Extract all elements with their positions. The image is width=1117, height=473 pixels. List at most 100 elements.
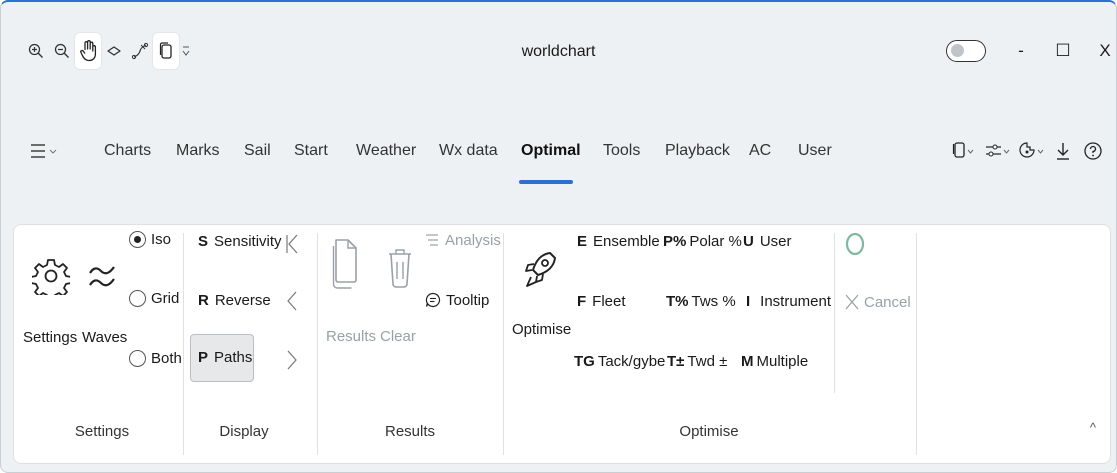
reverse-button[interactable]: R Reverse xyxy=(198,292,271,309)
hamburger-menu-icon[interactable] xyxy=(27,136,61,166)
user-label: User xyxy=(759,233,792,250)
help-icon[interactable] xyxy=(1081,138,1105,164)
tab-start[interactable]: Start xyxy=(294,142,328,160)
radio-both[interactable]: Both xyxy=(129,350,182,367)
analysis-icon xyxy=(424,231,440,249)
close-button[interactable]: X xyxy=(1088,35,1116,67)
tab-wx-data[interactable]: Wx data xyxy=(439,142,498,160)
step-forward-icon[interactable] xyxy=(282,347,302,373)
tab-sail[interactable]: Sail xyxy=(244,142,271,160)
tooltip-button[interactable]: Tooltip xyxy=(424,291,489,309)
progress-spinner-icon xyxy=(842,229,868,259)
tack-gybe-key: TG xyxy=(574,353,595,370)
tab-user[interactable]: User xyxy=(798,142,832,160)
multiple-key: M xyxy=(741,353,754,370)
tab-playback[interactable]: Playback xyxy=(665,142,730,160)
radio-grid-circle[interactable] xyxy=(129,290,146,307)
radio-grid-label: Grid xyxy=(151,290,180,307)
multiple-label: Multiple xyxy=(756,353,809,370)
paths-key: P xyxy=(198,349,209,366)
clear-button-label[interactable]: Clear xyxy=(380,328,416,345)
download-icon[interactable] xyxy=(1051,138,1075,164)
twd-plusminus-key: T± xyxy=(667,353,685,370)
ensemble-button[interactable]: E Ensemble xyxy=(577,233,660,250)
radio-iso-label: Iso xyxy=(151,231,172,248)
tab-marks[interactable]: Marks xyxy=(176,142,220,160)
cancel-x-icon xyxy=(844,293,860,311)
tooltip-label: Tooltip xyxy=(446,291,490,309)
radio-both-circle[interactable] xyxy=(129,350,146,367)
cancel-button[interactable]: Cancel xyxy=(844,293,911,311)
tab-ac[interactable]: AC xyxy=(749,142,771,160)
collapse-ribbon-icon[interactable]: ^ xyxy=(1090,420,1096,435)
twd-plusminus-button[interactable]: T± Twd ± xyxy=(667,353,727,370)
tab-weather[interactable]: Weather xyxy=(356,142,416,160)
results-button-label[interactable]: Results xyxy=(326,328,376,345)
rocket-icon[interactable] xyxy=(521,245,561,295)
tab-charts[interactable]: Charts xyxy=(104,142,151,160)
cancel-label: Cancel xyxy=(864,293,911,311)
analysis-label: Analysis xyxy=(445,231,501,249)
group-label-display: Display xyxy=(219,423,269,440)
group-separator xyxy=(183,233,184,455)
instrument-label: Instrument xyxy=(760,293,832,310)
subgroup-separator xyxy=(834,233,835,393)
polar-percent-button[interactable]: P% Polar % xyxy=(663,233,742,250)
group-separator xyxy=(916,233,917,455)
fleet-key: F xyxy=(577,293,587,310)
group-separator xyxy=(317,233,318,455)
group-label-results: Results xyxy=(384,423,436,440)
sensitivity-key: S xyxy=(198,233,209,250)
paths-label-row[interactable]: P Paths xyxy=(198,349,252,366)
optimise-button-label[interactable]: Optimise xyxy=(512,321,571,338)
fleet-button[interactable]: F Fleet xyxy=(577,293,626,310)
multiple-button[interactable]: M Multiple xyxy=(741,353,808,370)
minimize-button[interactable]: - xyxy=(1004,35,1038,67)
instrument-button[interactable]: I Instrument xyxy=(746,293,831,310)
reverse-key: R xyxy=(198,292,209,309)
tws-percent-label: Tws % xyxy=(691,293,736,310)
ribbon-panel: Settings Waves Iso Grid Both Settings S … xyxy=(13,224,1111,464)
radio-grid[interactable]: Grid xyxy=(129,290,179,307)
fleet-label: Fleet xyxy=(592,293,626,310)
results-document-icon[interactable] xyxy=(329,233,363,295)
ensemble-key: E xyxy=(577,233,588,250)
tack-gybe-label: Tack/gybe xyxy=(597,353,666,370)
settings-button-label[interactable]: Settings xyxy=(23,329,77,346)
waves-button-label[interactable]: Waves xyxy=(82,329,127,346)
maximize-button[interactable]: ☐ xyxy=(1046,35,1080,67)
reverse-label: Reverse xyxy=(214,292,271,309)
adjust-dropdown-icon[interactable] xyxy=(983,138,1013,164)
tack-gybe-button[interactable]: TG Tack/gybe xyxy=(574,353,665,370)
instrument-key: I xyxy=(746,293,751,310)
title-bar: worldchart - ☐ X xyxy=(1,2,1116,94)
theme-toggle[interactable] xyxy=(946,40,986,62)
tab-optimal[interactable]: Optimal xyxy=(521,142,581,160)
twd-plusminus-label: Twd ± xyxy=(687,353,728,370)
radio-iso-circle[interactable] xyxy=(129,231,146,248)
group-label-optimise: Optimise xyxy=(679,423,739,440)
waves-icon[interactable] xyxy=(84,255,120,295)
toggle-knob xyxy=(951,44,964,57)
tab-tools[interactable]: Tools xyxy=(603,142,640,160)
first-step-icon[interactable] xyxy=(282,231,302,257)
group-separator xyxy=(503,233,504,455)
app-window: worldchart - ☐ X Charts Marks Sail Start… xyxy=(0,0,1117,473)
analysis-button[interactable]: Analysis xyxy=(424,231,501,249)
ribbon-tabs: Charts Marks Sail Start Weather Wx data … xyxy=(1,130,1116,184)
device-dropdown-icon[interactable] xyxy=(951,138,977,164)
sensitivity-button[interactable]: S Sensitivity xyxy=(198,233,282,250)
step-back-icon[interactable] xyxy=(282,288,302,314)
settings-gear-icon[interactable] xyxy=(28,251,74,301)
tws-percent-key: T% xyxy=(666,293,689,310)
tag-dropdown-icon[interactable] xyxy=(1017,138,1047,164)
radio-iso[interactable]: Iso xyxy=(129,231,171,248)
clear-trash-icon[interactable] xyxy=(384,241,416,293)
user-key: U xyxy=(743,233,754,250)
ensemble-label: Ensemble xyxy=(593,233,660,250)
tws-percent-button[interactable]: T% Tws % xyxy=(666,293,736,310)
window-controls: - ☐ X xyxy=(946,35,1116,67)
sensitivity-label: Sensitivity xyxy=(214,233,282,250)
radio-both-label: Both xyxy=(151,350,182,367)
user-button[interactable]: U User xyxy=(743,233,792,250)
